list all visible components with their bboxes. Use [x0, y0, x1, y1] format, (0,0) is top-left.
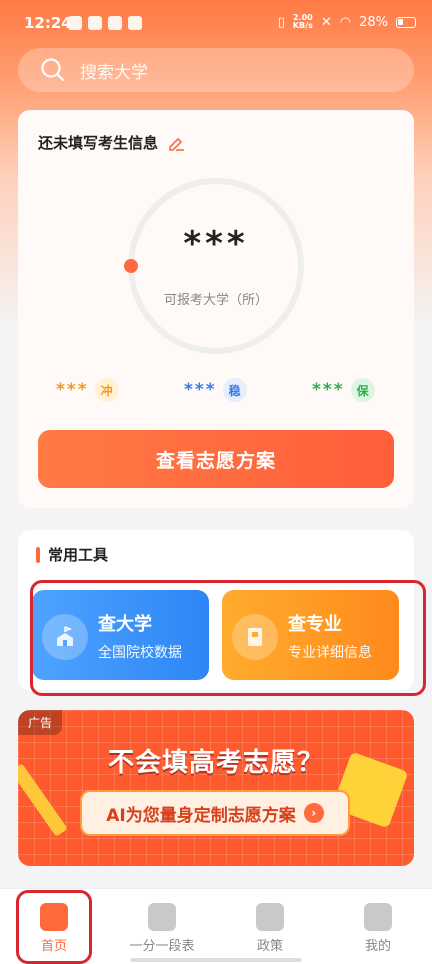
nav-score-table[interactable]: 一分一段表: [108, 897, 216, 954]
level-tag: 稳: [222, 378, 247, 402]
count-ring: *** 可报考大学（所）: [124, 178, 304, 354]
tools-section-label: 常用工具: [48, 546, 109, 564]
profile-title[interactable]: 还未填写考生信息: [38, 132, 186, 153]
badge-icon: [256, 903, 284, 931]
nav-mine[interactable]: 我的: [324, 897, 432, 954]
nav-label: 我的: [364, 939, 391, 954]
status-time: 12:24: [24, 14, 72, 32]
vibrate-icon: ▯: [277, 14, 285, 30]
level-stars: ***: [312, 380, 345, 400]
ad-banner[interactable]: 广告 不会填高考志愿？ AI为您量身定制志愿方案 ›: [18, 710, 414, 866]
count-caption: 可报考大学（所）: [163, 293, 268, 308]
sim-icon: ✕: [320, 14, 332, 30]
tiktok-icon: [68, 16, 82, 30]
net-speed-unit: KB/s: [292, 21, 313, 30]
edit-icon[interactable]: [166, 133, 186, 153]
section-accent-bar: [36, 546, 40, 563]
app-notification-icon: [88, 16, 102, 30]
level-row: *** 冲 *** 稳 *** 保: [18, 378, 414, 408]
level-chong: *** 冲: [56, 378, 119, 402]
tools-section-title: 常用工具: [36, 544, 108, 565]
ad-cta-text: AI为您量身定制志愿方案: [106, 805, 296, 826]
home-highlight-box: [16, 890, 92, 964]
user-icon: [364, 903, 392, 931]
ad-headline: 不会填高考志愿？: [107, 748, 324, 778]
tools-highlight-box: [30, 580, 426, 696]
arrow-right-icon: ›: [303, 803, 324, 823]
nav-label: 一分一段表: [129, 939, 195, 954]
level-tag: 冲: [94, 378, 119, 402]
nav-policy[interactable]: 政策: [216, 897, 324, 954]
battery-icon: [396, 16, 416, 28]
level-stars: ***: [184, 380, 217, 400]
chat-icon: [128, 16, 142, 30]
nav-label: 政策: [256, 939, 283, 954]
level-stars: ***: [56, 380, 89, 400]
status-bar: 12:24 ▯ 2.00 KB/s ✕ ◠ 28%: [0, 0, 432, 48]
status-right: ▯ 2.00 KB/s ✕ ◠ 28%: [278, 14, 416, 30]
level-bao: *** 保: [312, 378, 375, 402]
university-count: ***: [183, 224, 249, 264]
search-icon: [41, 58, 65, 82]
view-plan-button[interactable]: 查看志愿方案: [38, 430, 394, 488]
app-notification-icon: [108, 16, 122, 30]
battery-percent: 28%: [359, 14, 388, 30]
profile-title-text: 还未填写考生信息: [38, 134, 159, 152]
net-speed: 2.00 KB/s: [293, 14, 313, 30]
level-wen: *** 稳: [184, 378, 247, 402]
gesture-bar: [130, 958, 302, 962]
search-placeholder: 搜索大学: [80, 62, 148, 83]
search-bar[interactable]: 搜索大学: [18, 48, 414, 92]
level-tag: 保: [350, 378, 375, 402]
ad-label: 广告: [18, 710, 63, 735]
ad-cta-button[interactable]: AI为您量身定制志愿方案 ›: [80, 790, 350, 836]
profile-card: 还未填写考生信息 *** 可报考大学（所） *** 冲 *** 稳 *** 保 …: [18, 110, 414, 508]
notification-icons: [68, 16, 142, 30]
clipboard-icon: [148, 903, 176, 931]
wifi-icon: ◠: [339, 14, 352, 30]
